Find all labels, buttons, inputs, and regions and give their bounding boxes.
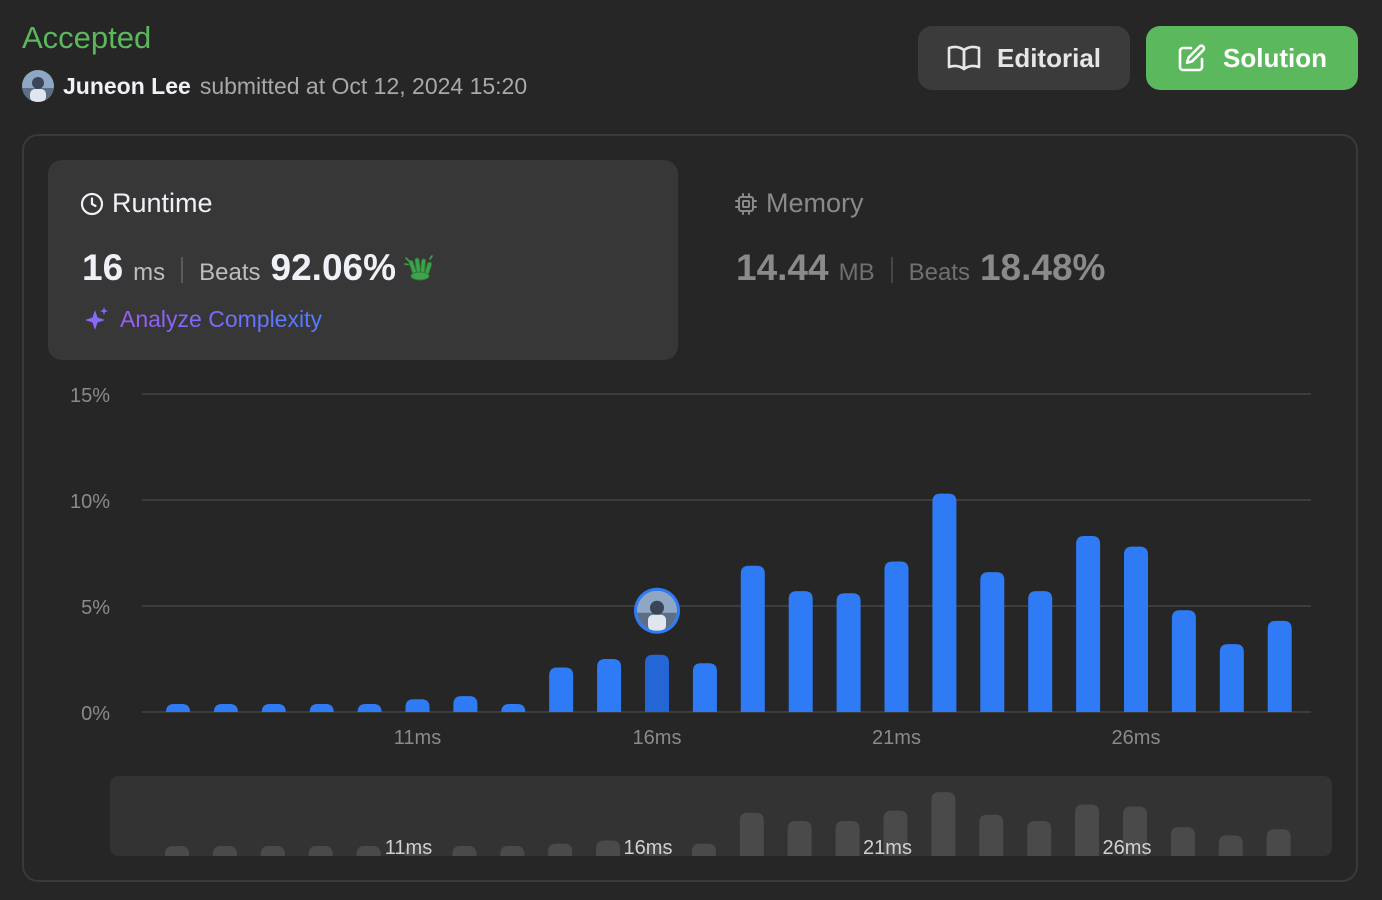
- bar[interactable]: [453, 696, 478, 712]
- bar[interactable]: [740, 565, 765, 712]
- brush-bar: [356, 846, 381, 856]
- bar[interactable]: [309, 704, 334, 712]
- bar[interactable]: [884, 561, 909, 712]
- bar[interactable]: [1076, 536, 1101, 712]
- chart-range-brush[interactable]: 11ms 16ms 21ms 26ms: [110, 776, 1332, 856]
- bar[interactable]: [1028, 591, 1053, 712]
- x-tick-label: 16ms: [633, 727, 682, 749]
- brush-tick-label: 11ms: [385, 837, 432, 856]
- y-tick-label: 10%: [70, 491, 110, 513]
- brush-bar: [548, 843, 573, 856]
- bar[interactable]: [405, 699, 430, 712]
- brush-bar: [691, 843, 716, 856]
- brush-bar: [260, 846, 285, 856]
- brush-bar: [835, 820, 860, 856]
- brush-bar: [739, 812, 764, 856]
- bar[interactable]: [692, 663, 717, 712]
- brush-bar: [1027, 820, 1052, 856]
- x-tick-label: 11ms: [394, 727, 441, 749]
- y-tick-label: 5%: [81, 597, 110, 619]
- y-tick-label: 0%: [81, 703, 110, 725]
- brush-tick-label: 21ms: [863, 837, 912, 856]
- brush-tick-label: 26ms: [1103, 837, 1152, 856]
- brush-bar: [308, 846, 333, 856]
- brush-bar: [452, 846, 477, 856]
- bar[interactable]: [357, 704, 382, 712]
- current-submission-avatar[interactable]: [634, 587, 680, 634]
- bar[interactable]: [597, 659, 622, 712]
- brush-bar: [787, 820, 812, 856]
- bar[interactable]: [549, 667, 574, 712]
- brush-bar: [1266, 829, 1291, 856]
- bar[interactable]: [1171, 610, 1196, 712]
- bar[interactable]: [1124, 546, 1148, 712]
- bar[interactable]: [836, 593, 861, 712]
- brush-bar: [500, 846, 525, 856]
- brush-tick-label: 16ms: [624, 837, 673, 856]
- brush-bar: [1218, 835, 1243, 856]
- runtime-distribution-chart: 0% 5% 10% 15% 11ms 16ms 21ms 26ms: [70, 385, 1311, 749]
- bar[interactable]: [501, 704, 526, 712]
- bar[interactable]: [261, 704, 286, 712]
- bar[interactable]: [788, 591, 813, 712]
- brush-bar: [1170, 827, 1195, 856]
- bar-current[interactable]: [645, 654, 669, 712]
- x-tick-label: 21ms: [872, 727, 921, 749]
- bar[interactable]: [932, 493, 957, 712]
- bar[interactable]: [213, 704, 238, 712]
- brush-bar: [979, 814, 1004, 856]
- brush-bar: [165, 846, 189, 856]
- brush-preview: 11ms 16ms 21ms 26ms: [165, 792, 1291, 856]
- brush-bar: [931, 792, 956, 856]
- bar[interactable]: [1267, 620, 1292, 712]
- x-tick-label: 26ms: [1112, 727, 1161, 749]
- brush-bar: [1075, 804, 1100, 856]
- brush-bar: [212, 846, 237, 856]
- brush-bar: [596, 840, 621, 856]
- bar[interactable]: [980, 572, 1005, 712]
- bar[interactable]: [166, 704, 190, 712]
- y-tick-label: 15%: [70, 385, 110, 407]
- bar[interactable]: [1219, 644, 1244, 712]
